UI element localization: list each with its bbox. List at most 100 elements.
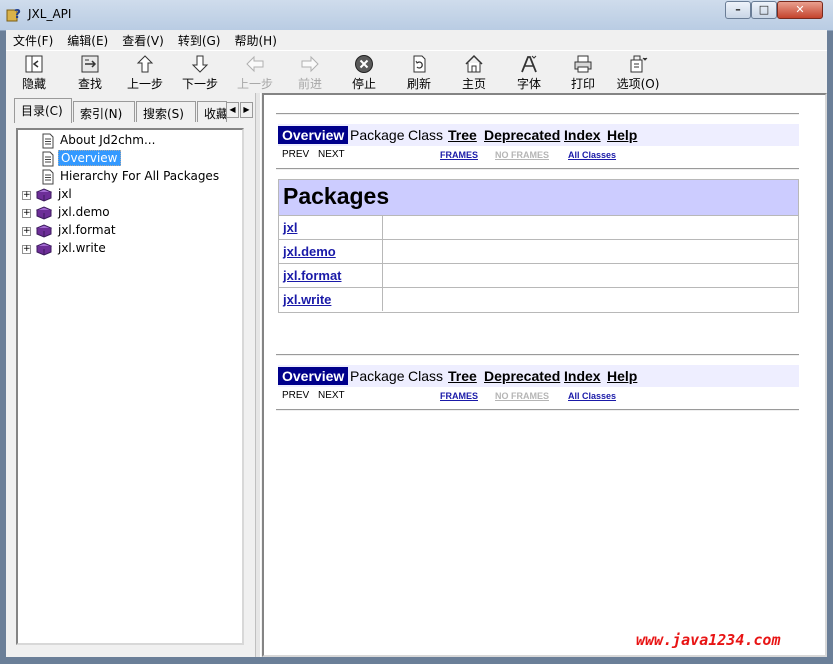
navigation-tabs: 目录(C) 索引(N) 搜索(S) 收藏 ◀ ▶ [14,98,254,123]
top-navbar: Overview Package Class Tree Deprecated I… [278,124,799,146]
nav-package: Package [350,127,405,143]
locate-button[interactable]: 查找 [65,53,115,91]
hide-button[interactable]: 隐藏 [9,53,59,91]
no-frames-link[interactable]: NO FRAMES [495,150,549,160]
client-area: 目录(C) 索引(N) 搜索(S) 收藏 ◀ ▶ About Jd2chm...… [6,93,827,657]
expand-plus-icon[interactable]: + [22,191,31,200]
forward-button[interactable]: 前进 [285,53,335,91]
nav-class: Class [408,368,444,384]
divider-bottom [276,354,799,356]
nav-tree-link[interactable]: Tree [448,368,477,384]
bottom-subnav: PREV NEXT FRAMES NO FRAMES All Classes [282,390,799,404]
no-frames-link[interactable]: NO FRAMES [495,391,549,401]
arrow-down-icon [191,55,209,73]
hide-pane-icon [25,55,43,73]
font-icon [521,55,537,73]
package-link-jxl[interactable]: jxl [279,216,383,239]
tab-favorites[interactable]: 收藏 [197,101,227,122]
tree-item-hierarchy[interactable]: Hierarchy For All Packages [40,168,221,186]
close-button[interactable]: ✕ [777,1,823,19]
table-row: jxl [279,216,798,240]
menu-file[interactable]: 文件(F) [6,30,60,50]
document-pane[interactable]: Overview Package Class Tree Deprecated I… [262,93,827,657]
expand-plus-icon[interactable]: + [22,245,31,254]
nav-index-link[interactable]: Index [564,127,601,143]
contents-tree[interactable]: About Jd2chm... Overview Hierarchy For A… [16,128,244,645]
arrow-up-icon [136,55,154,73]
nav-index-link[interactable]: Index [564,368,601,384]
prev-label: PREV [282,390,310,401]
book-icon [36,188,52,202]
book-icon [36,242,52,256]
top-subnav: PREV NEXT FRAMES NO FRAMES All Classes [282,149,799,163]
tree-item-jxl-format[interactable]: + jxl.format [22,222,118,240]
tab-scroll-left-button[interactable]: ◀ [226,102,239,118]
toolbar: 隐藏 查找 上一步 下一步 上一步 前进 停止 刷新 主页 字体 打印 选项(O… [6,50,827,94]
nav-help-link[interactable]: Help [607,368,637,384]
package-link-jxl-format[interactable]: jxl.format [279,264,383,287]
frames-link[interactable]: FRAMES [440,150,478,160]
options-button[interactable]: 选项(O) [613,53,663,91]
stop-button[interactable]: 停止 [339,53,389,91]
next-label: NEXT [318,149,345,160]
package-link-jxl-demo[interactable]: jxl.demo [279,240,383,263]
refresh-icon [413,55,426,73]
packages-table: Packages jxl jxl.demo jxl.format jxl.wri… [278,179,799,313]
tree-item-overview[interactable]: Overview [40,150,121,168]
tab-index[interactable]: 索引(N) [73,101,135,122]
home-button[interactable]: 主页 [449,53,499,91]
triangle-right-icon: ▶ [243,105,250,114]
nav-deprecated-link[interactable]: Deprecated [484,127,560,143]
divider-mid [276,168,799,170]
pane-splitter[interactable] [255,93,261,657]
tab-search[interactable]: 搜索(S) [136,101,196,122]
package-link-jxl-write[interactable]: jxl.write [279,288,383,311]
maximize-button[interactable]: □ [751,1,777,19]
divider-top [276,113,799,115]
all-classes-link[interactable]: All Classes [568,391,616,401]
book-icon [36,206,52,220]
page-icon [42,169,54,185]
bottom-navbar: Overview Package Class Tree Deprecated I… [278,365,799,387]
menu-bar: 文件(F) 编辑(E) 查看(V) 转到(G) 帮助(H) [6,30,827,50]
watermark-text: www.java1234.com [636,631,781,649]
minimize-button[interactable]: – [725,1,751,19]
packages-heading: Packages [279,180,798,216]
nav-deprecated-link[interactable]: Deprecated [484,368,560,384]
table-row: jxl.demo [279,240,798,264]
print-button[interactable]: 打印 [558,53,608,91]
next-label: NEXT [318,390,345,401]
options-icon [630,55,648,73]
expand-plus-icon[interactable]: + [22,209,31,218]
font-button[interactable]: 字体 [504,53,554,91]
expand-plus-icon[interactable]: + [22,227,31,236]
tab-contents[interactable]: 目录(C) [14,98,72,123]
menu-view[interactable]: 查看(V) [115,30,171,50]
tree-item-jxl-write[interactable]: + jxl.write [22,240,108,258]
frames-link[interactable]: FRAMES [440,391,478,401]
menu-go[interactable]: 转到(G) [171,30,228,50]
page-icon [42,133,54,149]
previous-button[interactable]: 上一步 [230,53,280,91]
tree-item-jxl-demo[interactable]: + jxl.demo [22,204,112,222]
menu-edit[interactable]: 编辑(E) [60,30,115,50]
nav-tree-link[interactable]: Tree [448,127,477,143]
nav-package: Package [350,368,405,384]
tree-item-about[interactable]: About Jd2chm... [40,132,157,150]
title-bar[interactable]: ? JXL_API – □ ✕ [0,0,833,31]
arrow-right-icon [301,55,319,73]
book-icon [36,224,52,238]
refresh-button[interactable]: 刷新 [394,53,444,91]
svg-text:?: ? [14,7,21,21]
prev-label: PREV [282,149,310,160]
menu-help[interactable]: 帮助(H) [227,30,283,50]
table-row: jxl.write [279,288,798,312]
locate-icon [81,55,99,73]
back-button[interactable]: 上一步 [120,53,170,91]
nav-overview-current: Overview [278,126,349,144]
tree-item-jxl[interactable]: + jxl [22,186,74,204]
all-classes-link[interactable]: All Classes [568,150,616,160]
next-button[interactable]: 下一步 [175,53,225,91]
nav-help-link[interactable]: Help [607,127,637,143]
tab-scroll-right-button[interactable]: ▶ [240,102,253,118]
